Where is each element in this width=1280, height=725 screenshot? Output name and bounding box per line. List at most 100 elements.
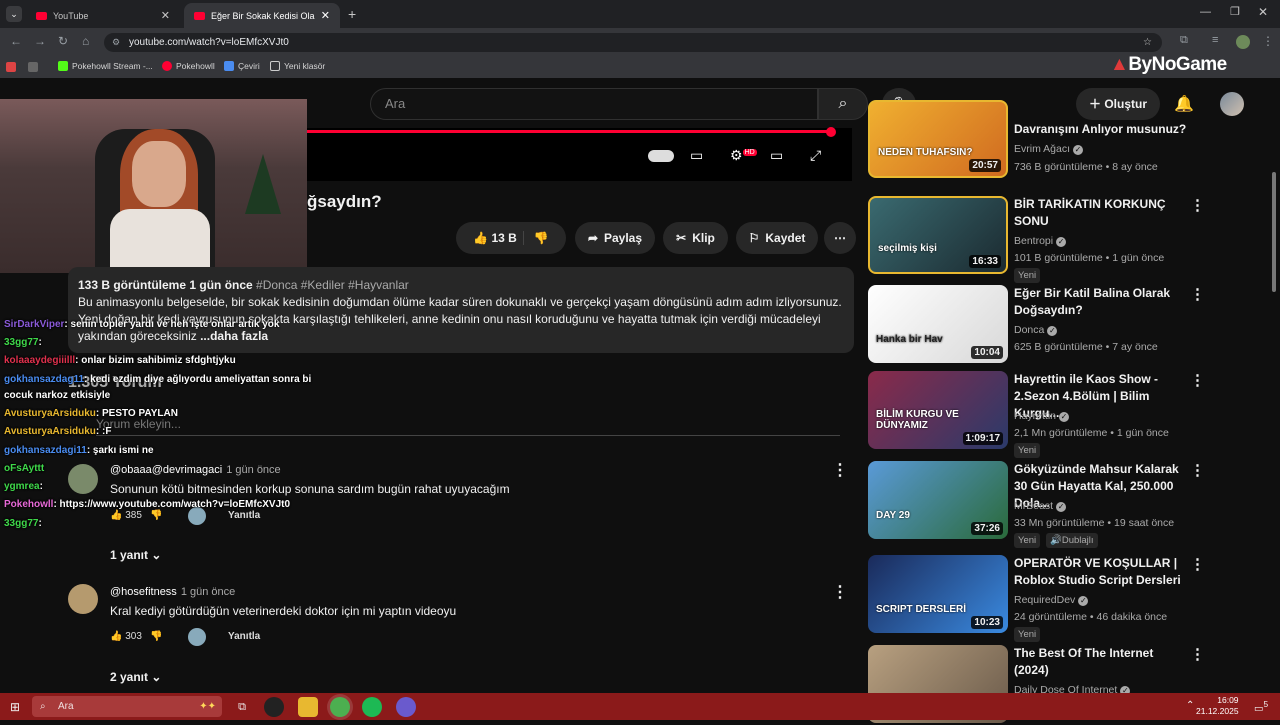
fullscreen-icon[interactable]: ⤢	[810, 147, 821, 164]
page-scrollbar[interactable]	[1272, 172, 1276, 292]
channel-name[interactable]: Hayrettin ✓	[1014, 410, 1070, 422]
video-thumbnail[interactable]: NEDEN TUHAFSIN? 20:57	[868, 100, 1008, 178]
video-menu-icon[interactable]: ⋮	[1190, 645, 1205, 663]
search-button[interactable]: ⌕	[818, 88, 868, 120]
tab-youtube[interactable]: YouTube ✕	[26, 3, 180, 28]
address-bar[interactable]: ⚙ youtube.com/watch?v=loEMfcXVJt0 ☆	[104, 33, 1162, 52]
video-title[interactable]: Eğer Bir Katil Balina Olarak Doğsaydın?	[1014, 285, 1189, 319]
thumbs-up-icon[interactable]: 👍	[110, 631, 122, 642]
video-menu-icon[interactable]: ⋮	[1190, 461, 1205, 479]
bookmark-app-icon[interactable]	[6, 62, 16, 72]
reply-button[interactable]: Yanıtla	[228, 631, 260, 642]
recommended-video[interactable]: seçilmiş kişi 16:33 BİR TARİKATIN KORKUNÇ …	[868, 196, 1272, 283]
video-thumbnail[interactable]: SCRIPT DERSLERİ 10:23	[868, 555, 1008, 633]
thumbs-down-icon[interactable]: 👎	[150, 631, 162, 642]
minimize-button[interactable]: —	[1200, 6, 1211, 18]
video-thumbnail[interactable]: DAY 29 37:26	[868, 461, 1008, 539]
obs-icon[interactable]	[264, 697, 284, 717]
clip-button[interactable]: ✂ Klip	[663, 222, 728, 254]
video-menu-icon[interactable]: ⋮	[1190, 196, 1205, 214]
recommended-video[interactable]: SCRIPT DERSLERİ 10:23 OPERATÖR VE KOŞULLAR…	[868, 555, 1272, 642]
reply-button[interactable]: Yanıtla	[228, 510, 260, 521]
video-menu-icon[interactable]: ⋮	[1190, 285, 1205, 303]
theater-mode-icon[interactable]: ▭	[770, 147, 783, 164]
channel-name[interactable]: Evrim Ağacı ✓	[1014, 143, 1084, 155]
bookmark-star-icon[interactable]: ☆	[1143, 33, 1152, 52]
profile-icon[interactable]	[1236, 35, 1250, 49]
bookmark-item[interactable]: Pokehowll	[162, 61, 215, 71]
back-icon[interactable]: ←	[10, 34, 22, 48]
comment-menu-icon[interactable]: ⋮	[832, 582, 848, 602]
channel-name[interactable]: Bentropi ✓	[1014, 235, 1067, 247]
chrome-icon[interactable]	[330, 697, 350, 717]
comment-author[interactable]: @hosefitness 1 gün önce	[110, 586, 235, 598]
hashtags[interactable]: #Donca #Kediler #Hayvanlar	[256, 278, 409, 292]
description-box[interactable]: 133 B görüntüleme 1 gün önce #Donca #Ked…	[68, 267, 854, 353]
windows-start-icon[interactable]: ⊞	[10, 700, 20, 714]
apps-grid-icon[interactable]	[28, 62, 38, 72]
close-tab-icon[interactable]: ✕	[321, 9, 330, 22]
search-input[interactable]: Ara	[370, 88, 818, 120]
share-button[interactable]: ➦ Paylaş	[575, 222, 655, 254]
progress-bar[interactable]	[300, 130, 833, 133]
tab-active-video[interactable]: Eğer Bir Sokak Kedisi Olarak Doğsaydın? …	[184, 3, 340, 28]
video-menu-icon[interactable]: ⋮	[1190, 555, 1205, 573]
channel-name[interactable]: Donca ✓	[1014, 324, 1058, 336]
comment-author[interactable]: @obaaa@devrimagaci 1 gün önce	[110, 464, 281, 476]
video-thumbnail[interactable]: seçilmiş kişi 16:33	[868, 196, 1008, 274]
channel-name[interactable]: RequiredDev ✓	[1014, 594, 1089, 606]
thumbs-down-icon[interactable]: 👎	[150, 510, 162, 521]
task-view-icon[interactable]: ⧉	[232, 697, 252, 717]
recommended-video[interactable]: Hanka bir Hav 10:04 Eğer Bir Katil Balina …	[868, 285, 1272, 365]
notifications-bell-icon[interactable]: 🔔	[1174, 94, 1194, 114]
new-tab-button[interactable]: +	[348, 6, 356, 22]
taskbar-clock[interactable]: 16:09 21.12.2025	[1196, 695, 1239, 717]
thumbs-up-icon[interactable]: 👍	[110, 510, 122, 521]
notification-center-icon[interactable]: ▭5	[1254, 699, 1268, 714]
commenter-avatar[interactable]	[68, 464, 98, 494]
tray-chevron-icon[interactable]: ⌃	[1186, 700, 1194, 711]
more-actions-button[interactable]: ⋯	[824, 222, 856, 254]
like-button[interactable]: 👍 13 B	[473, 231, 517, 245]
video-title[interactable]: BİR TARİKATIN KORKUNÇ SONU	[1014, 196, 1189, 230]
subtitles-icon[interactable]: ▭	[690, 147, 703, 164]
restore-button[interactable]: ❐	[1230, 5, 1240, 18]
video-thumbnail[interactable]: Hanka bir Hav 10:04	[868, 285, 1008, 363]
close-tab-icon[interactable]: ✕	[161, 9, 170, 22]
site-info-icon[interactable]: ⚙	[112, 33, 120, 52]
dislike-button[interactable]: 👎	[522, 231, 549, 245]
reading-list-icon[interactable]: ≡	[1212, 34, 1218, 46]
close-window-button[interactable]: ✕	[1258, 5, 1268, 19]
forward-icon[interactable]: →	[34, 34, 46, 48]
recommended-video[interactable]: DAY 29 37:26 Gökyüzünde Mahsur Kalarak 30 …	[868, 461, 1272, 548]
video-title[interactable]: Davranışını Anlıyor musunuz?	[1014, 121, 1189, 138]
recommended-video[interactable]: NEDEN TUHAFSIN? 20:57 Davranışını Anlıyor …	[868, 100, 1272, 193]
comment-menu-icon[interactable]: ⋮	[832, 460, 848, 480]
replies-toggle[interactable]: 1 yanıt ⌄	[110, 548, 161, 562]
home-icon[interactable]: ⌂	[82, 34, 89, 48]
file-explorer-icon[interactable]	[298, 697, 318, 717]
video-title[interactable]: OPERATÖR VE KOŞULLAR | Roblox Studio Scr…	[1014, 555, 1189, 589]
save-button[interactable]: ⚐ Kaydet	[736, 222, 818, 254]
progress-scrubber[interactable]	[826, 127, 836, 137]
commenter-avatar[interactable]	[68, 584, 98, 614]
bookmark-item[interactable]: Yeni klasör	[270, 61, 325, 71]
recommended-video[interactable]: BİLİM KURGU VE DÜNYAMIZ 1:09:17 Hayrettin …	[868, 371, 1272, 458]
video-title[interactable]: The Best Of The Internet (2024)	[1014, 645, 1189, 679]
channel-name[interactable]: MrBeast ✓	[1014, 500, 1067, 512]
video-thumbnail[interactable]: BİLİM KURGU VE DÜNYAMIZ 1:09:17	[868, 371, 1008, 449]
bookmark-item[interactable]: Pokehowll Stream -...	[58, 61, 153, 71]
show-more-link[interactable]: ...daha fazla	[200, 329, 268, 343]
extensions-icon[interactable]: ⧉	[1180, 34, 1188, 47]
video-menu-icon[interactable]: ⋮	[1190, 371, 1205, 389]
menu-dots-icon[interactable]: ⋮	[1262, 34, 1274, 48]
tab-search-button[interactable]: ⌄	[6, 6, 22, 22]
spotify-icon[interactable]	[362, 697, 382, 717]
replies-toggle[interactable]: 2 yanıt ⌄	[110, 670, 161, 684]
bookmark-item[interactable]: Çeviri	[224, 61, 260, 71]
taskbar-search[interactable]: ⌕ Ara ✦✦	[32, 696, 222, 717]
reload-icon[interactable]: ↻	[58, 34, 68, 48]
autoplay-toggle[interactable]	[648, 150, 674, 162]
settings-gear-icon[interactable]: ⚙ HD	[730, 147, 757, 164]
discord-icon[interactable]	[396, 697, 416, 717]
